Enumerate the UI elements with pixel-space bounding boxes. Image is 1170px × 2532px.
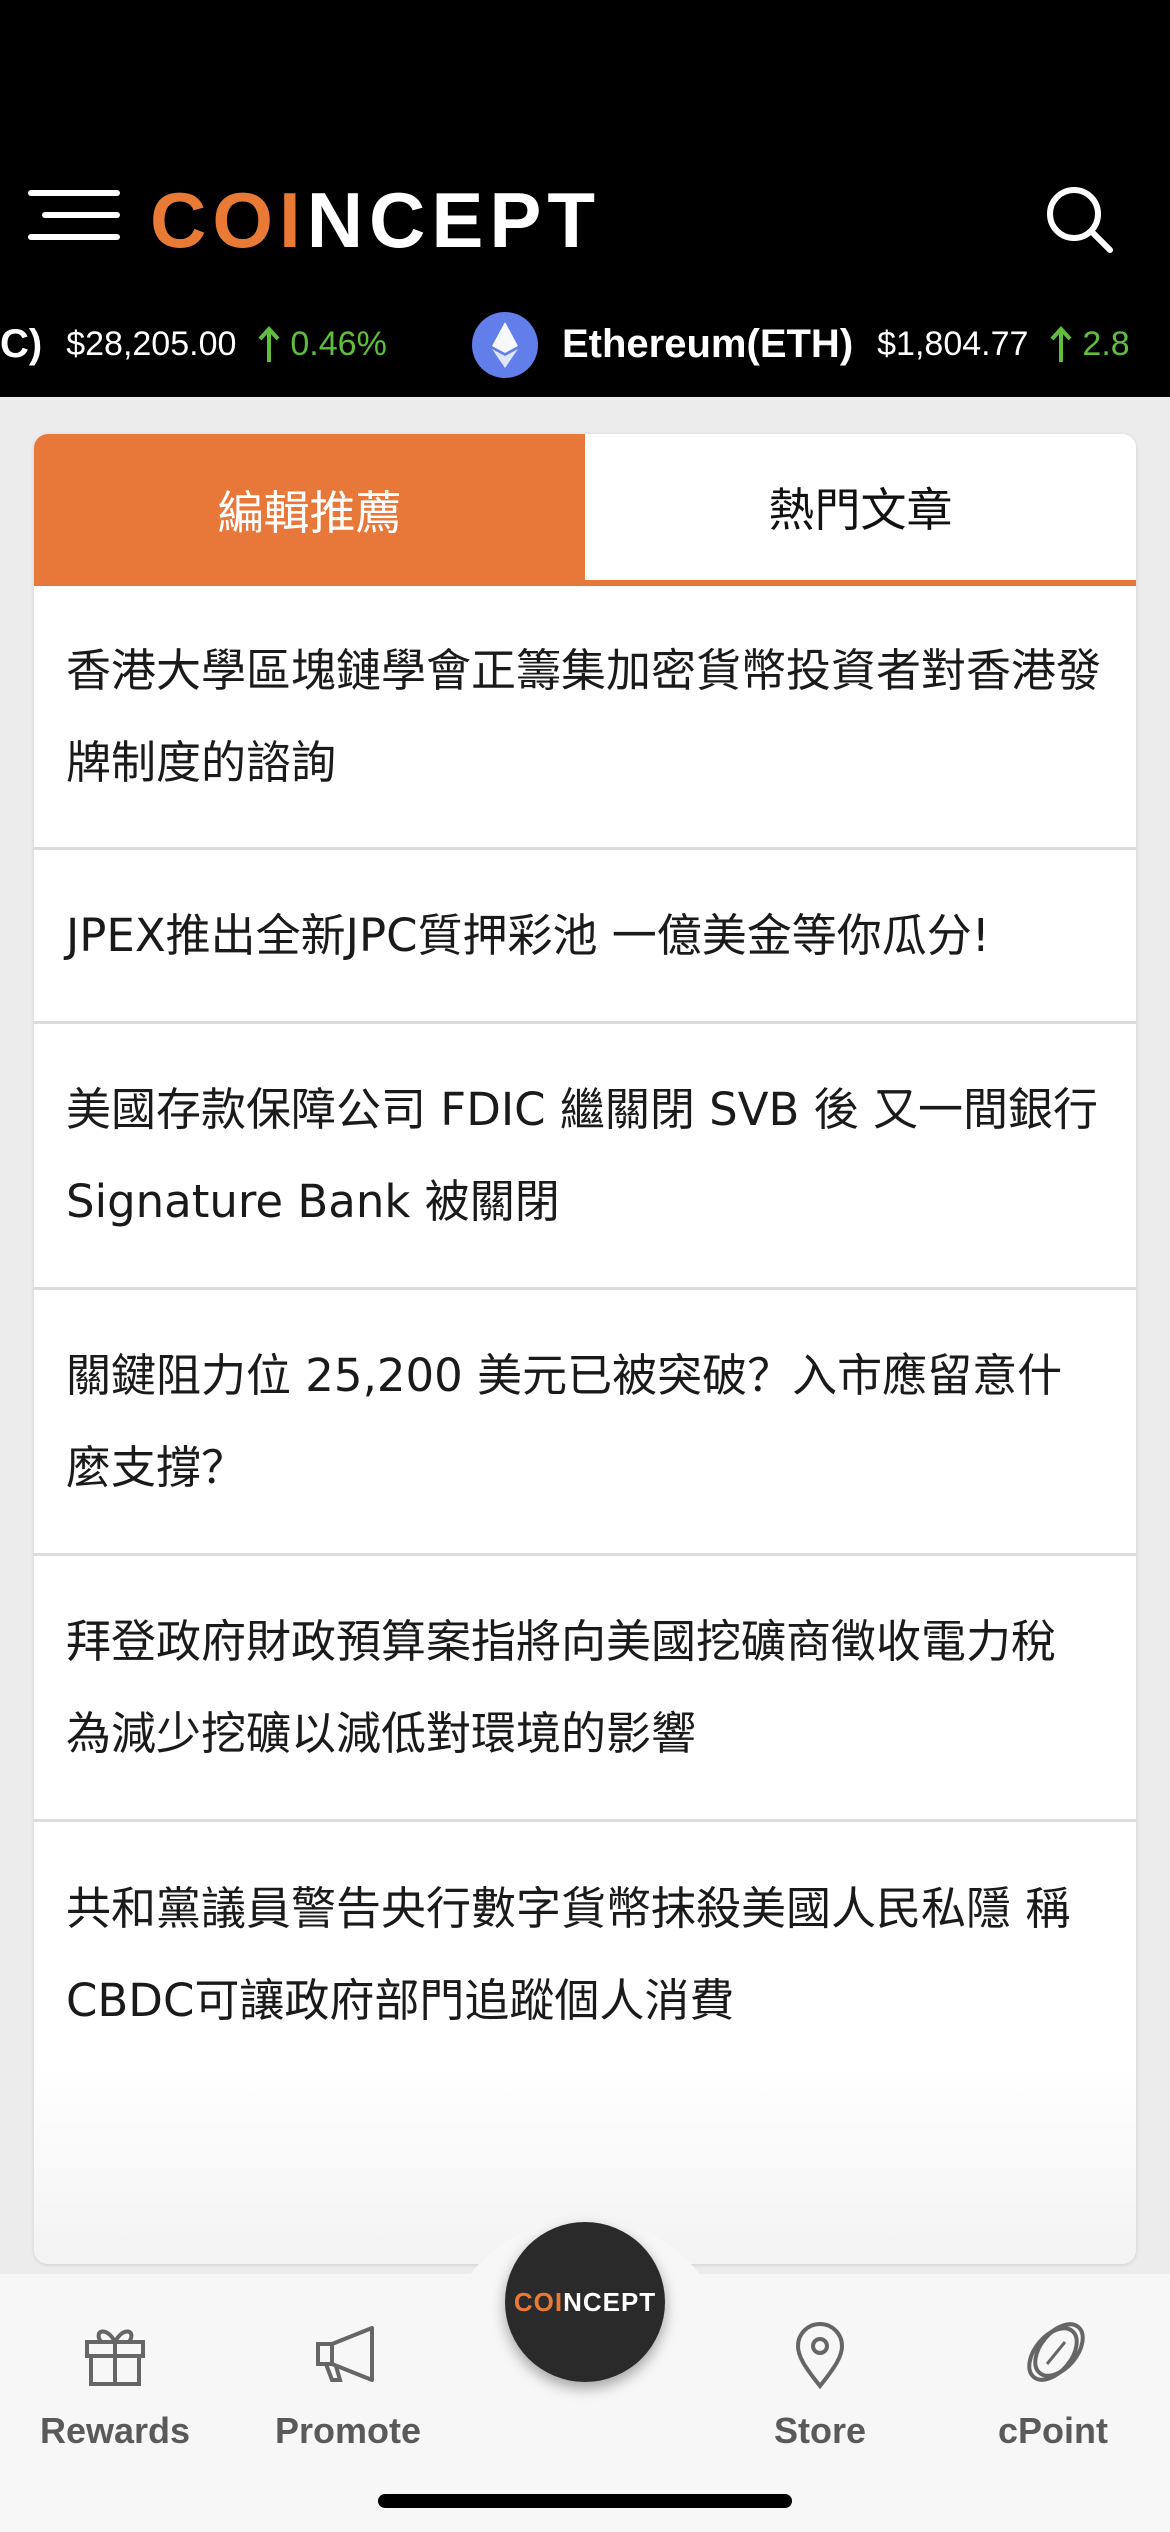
logo-letter-o: O [212, 175, 280, 264]
ticker-coin-name: C) [0, 322, 43, 366]
list-item[interactable]: 共和黨議員警告央行數字貨幣抹殺美國人民私隱 稱CBDC可讓政府部門追蹤個人消費 [34, 1822, 1136, 2088]
articles-card: 編輯推薦 熱門文章 香港大學區塊鏈學會正籌集加密貨幣投資者對香港發牌制度的諮詢 … [34, 434, 1136, 2264]
nav-label: Rewards [39, 2410, 191, 2451]
nav-label: Store [773, 2410, 867, 2451]
nav-item-rewards[interactable]: Rewards [15, 2318, 215, 2478]
article-title: 拜登政府財政預算案指將向美國挖礦商徵收電力稅 為減少挖礦以減低對環境的影響 [66, 1614, 1057, 1760]
list-item[interactable]: 香港大學區塊鏈學會正籌集加密貨幣投資者對香港發牌制度的諮詢 [34, 586, 1136, 850]
fab-logo-c: C [513, 2286, 534, 2317]
article-tabs: 編輯推薦 熱門文章 [34, 434, 1136, 586]
nav-item-store[interactable]: Store [720, 2318, 920, 2478]
ticker-change: 0.46% [290, 325, 387, 363]
coin-icon [1027, 2322, 1085, 2382]
gift-icon [85, 2329, 145, 2386]
ticker-change: 2.8 [1082, 325, 1130, 363]
tab-label: 熱門文章 [768, 483, 953, 537]
tab-popular-articles[interactable]: 熱門文章 [585, 434, 1136, 586]
tab-editor-picks[interactable]: 編輯推薦 [34, 434, 585, 586]
article-title: 關鍵阻力位 25,200 美元已被突破？入市應留意什麼支撐？ [66, 1348, 1063, 1494]
coincept-logo[interactable]: COINCEPT [150, 176, 601, 264]
location-pin-icon [795, 2322, 845, 2390]
coincept-home-button[interactable]: COINCEPT [505, 2222, 665, 2382]
hamburger-menu-icon[interactable] [28, 190, 124, 240]
logo-letters-ncept: NCEPT [306, 175, 602, 264]
list-item[interactable]: JPEX推出全新JPC質押彩池 一億美金等你瓜分! [34, 850, 1136, 1024]
article-title: 美國存款保障公司 FDIC 繼關閉 SVB 後 又一間銀行 Signature … [66, 1082, 1098, 1228]
nav-label: Promote [274, 2410, 422, 2451]
home-indicator[interactable] [378, 2494, 792, 2508]
arrow-up-icon [258, 325, 280, 362]
article-title: JPEX推出全新JPC質押彩池 一億美金等你瓜分! [66, 908, 990, 962]
fab-logo: COINCEPT [514, 2287, 656, 2318]
fab-logo-ncept: NCEPT [563, 2286, 657, 2317]
ticker-price: $28,205.00 [66, 325, 237, 363]
arrow-up-icon [1050, 325, 1072, 362]
ticker-price: $1,804.77 [877, 325, 1029, 363]
ethereum-logo-icon [472, 311, 538, 378]
list-item[interactable]: 拜登政府財政預算案指將向美國挖礦商徵收電力稅 為減少挖礦以減低對環境的影響 [34, 1556, 1136, 1822]
ticker-item-btc[interactable]: C) $28,205.00 0.46% [0, 292, 387, 397]
nav-label: cPoint [997, 2410, 1108, 2451]
price-ticker[interactable]: C) $28,205.00 0.46% Ethereum(ETH) $1,804… [0, 292, 1170, 397]
ticker-item-eth[interactable]: Ethereum(ETH) $1,804.77 2.8 [472, 292, 1130, 397]
fab-logo-i: I [554, 2286, 564, 2317]
article-title: 共和黨議員警告央行數字貨幣抹殺美國人民私隱 稱CBDC可讓政府部門追蹤個人消費 [66, 1882, 1071, 2027]
nav-item-promote[interactable]: Promote [248, 2318, 448, 2478]
logo-letter-c: C [150, 175, 213, 264]
tab-label: 編輯推薦 [217, 486, 402, 540]
megaphone-icon [316, 2326, 374, 2382]
logo-letter-i: I [279, 175, 307, 264]
article-title: 香港大學區塊鏈學會正籌集加密貨幣投資者對香港發牌制度的諮詢 [66, 643, 1102, 789]
app-header: COINCEPT [0, 0, 1170, 292]
list-item[interactable]: 關鍵阻力位 25,200 美元已被突破？入市應留意什麼支撐？ [34, 1290, 1136, 1556]
search-icon[interactable] [1040, 180, 1120, 260]
nav-item-cpoint[interactable]: cPoint [953, 2318, 1153, 2478]
fab-logo-o: O [533, 2286, 555, 2317]
list-item[interactable]: 美國存款保障公司 FDIC 繼關閉 SVB 後 又一間銀行 Signature … [34, 1024, 1136, 1290]
ticker-coin-name: Ethereum(ETH) [562, 322, 854, 366]
